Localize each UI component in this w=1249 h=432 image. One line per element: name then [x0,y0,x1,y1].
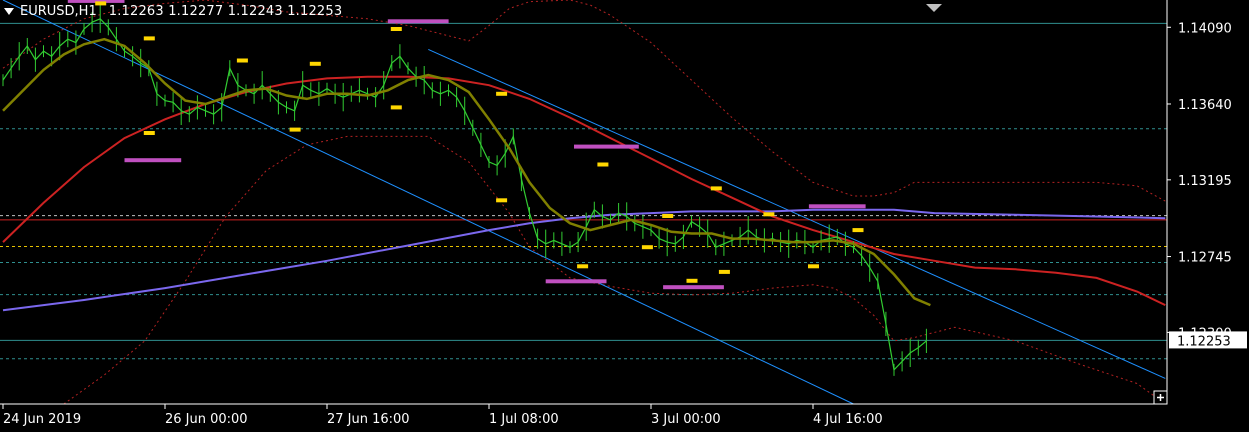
fractal-marker-13 [662,214,674,218]
fractal-marker-17 [763,212,775,217]
fractal-marker-9 [496,198,508,203]
range-marker-1 [124,158,182,163]
range-marker-6 [808,204,866,209]
fractal-marker-5 [309,61,321,66]
y-tick-label: 1.13640 [1178,98,1232,113]
bb-lower-line [63,135,1166,405]
fractal-marker-4 [289,127,301,132]
price-line [2,18,927,372]
bb-upper-line [2,0,1166,202]
plot-area [0,0,1167,405]
fractal-marker-15 [710,186,722,191]
x-tick-label: 4 Jul 16:00 [813,412,883,427]
fractal-marker-8 [496,91,508,96]
ma-fast-line [2,37,931,307]
chart-shift-marker-icon[interactable] [926,4,942,12]
range-marker-5 [663,285,724,290]
x-tick-label: 3 Jul 00:00 [651,412,721,427]
channel-upper-line [428,48,1166,379]
y-tick-label: 1.12745 [1178,251,1232,266]
x-tick-label: 26 Jun 00:00 [165,412,248,427]
fractal-marker-1 [143,36,155,41]
current-price-label: 1.12253 [1177,334,1231,349]
price-chart[interactable]: 1.140901.136401.131951.127451.123001.122… [0,0,1249,432]
range-marker-3 [574,144,639,149]
fractal-marker-14 [686,278,698,283]
dropdown-arrow-icon[interactable] [4,8,14,15]
ohlc-values: 1.12263 1.12277 1.12243 1.12253 [108,4,343,19]
x-tick-label: 1 Jul 08:00 [489,412,559,427]
symbol-label: EURUSD,H1 [20,4,97,19]
y-tick-label: 1.14090 [1178,21,1232,36]
ma-mid-line [2,75,1166,307]
range-marker-2 [387,19,449,24]
fractal-marker-2 [143,131,155,135]
fractal-marker-19 [852,228,864,233]
fractal-marker-6 [390,27,402,31]
symbol-header: EURUSD,H1 1.12263 1.12277 1.12243 1.1225… [4,4,342,19]
y-tick-label: 1.13195 [1178,174,1232,189]
ma-slow-line [2,208,1166,312]
range-marker-4 [545,279,607,284]
x-tick-label: 24 Jun 2019 [3,412,81,427]
fractal-marker-3 [236,58,248,63]
fractal-marker-11 [597,162,609,167]
zoom-plus-button[interactable] [1153,390,1168,405]
x-tick-label: 27 Jun 16:00 [327,412,410,427]
fractal-marker-10 [577,264,589,269]
fractal-marker-7 [390,105,402,110]
fractal-marker-16 [718,269,730,274]
channel-lower-line [2,0,854,405]
fractal-marker-12 [641,245,653,250]
fractal-marker-18 [808,264,819,269]
